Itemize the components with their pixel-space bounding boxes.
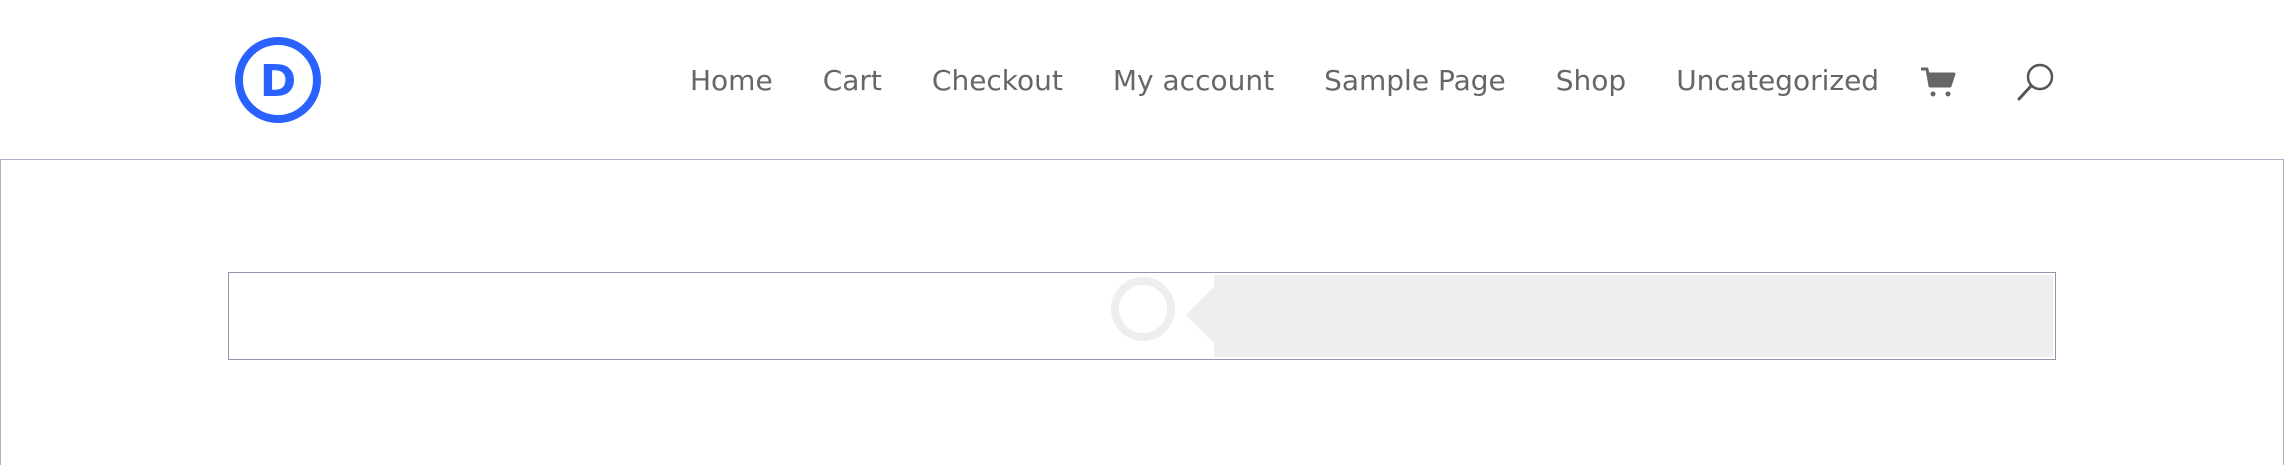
nav-item-checkout[interactable]: Checkout xyxy=(932,57,1063,105)
nav-item-shop[interactable]: Shop xyxy=(1556,57,1626,105)
loading-circle-icon xyxy=(1111,277,1175,341)
cart-icon[interactable] xyxy=(1920,66,1956,98)
main-nav: Home Cart Checkout My account Sample Pag… xyxy=(690,57,1929,105)
nav-item-sample-page[interactable]: Sample Page xyxy=(1324,57,1506,105)
arrow-left-icon xyxy=(1186,287,1214,343)
module-placeholder-panel xyxy=(1214,275,2053,357)
nav-item-my-account[interactable]: My account xyxy=(1113,57,1274,105)
nav-item-home[interactable]: Home xyxy=(690,57,773,105)
site-header: D Home Cart Checkout My account Sample P… xyxy=(0,0,2284,160)
logo-letter: D xyxy=(260,56,297,107)
divi-logo-icon[interactable]: D xyxy=(234,36,322,124)
search-icon[interactable] xyxy=(2016,62,2056,102)
content-module xyxy=(228,272,2056,360)
nav-item-uncategorized[interactable]: Uncategorized xyxy=(1676,57,1879,105)
nav-item-cart[interactable]: Cart xyxy=(823,57,882,105)
